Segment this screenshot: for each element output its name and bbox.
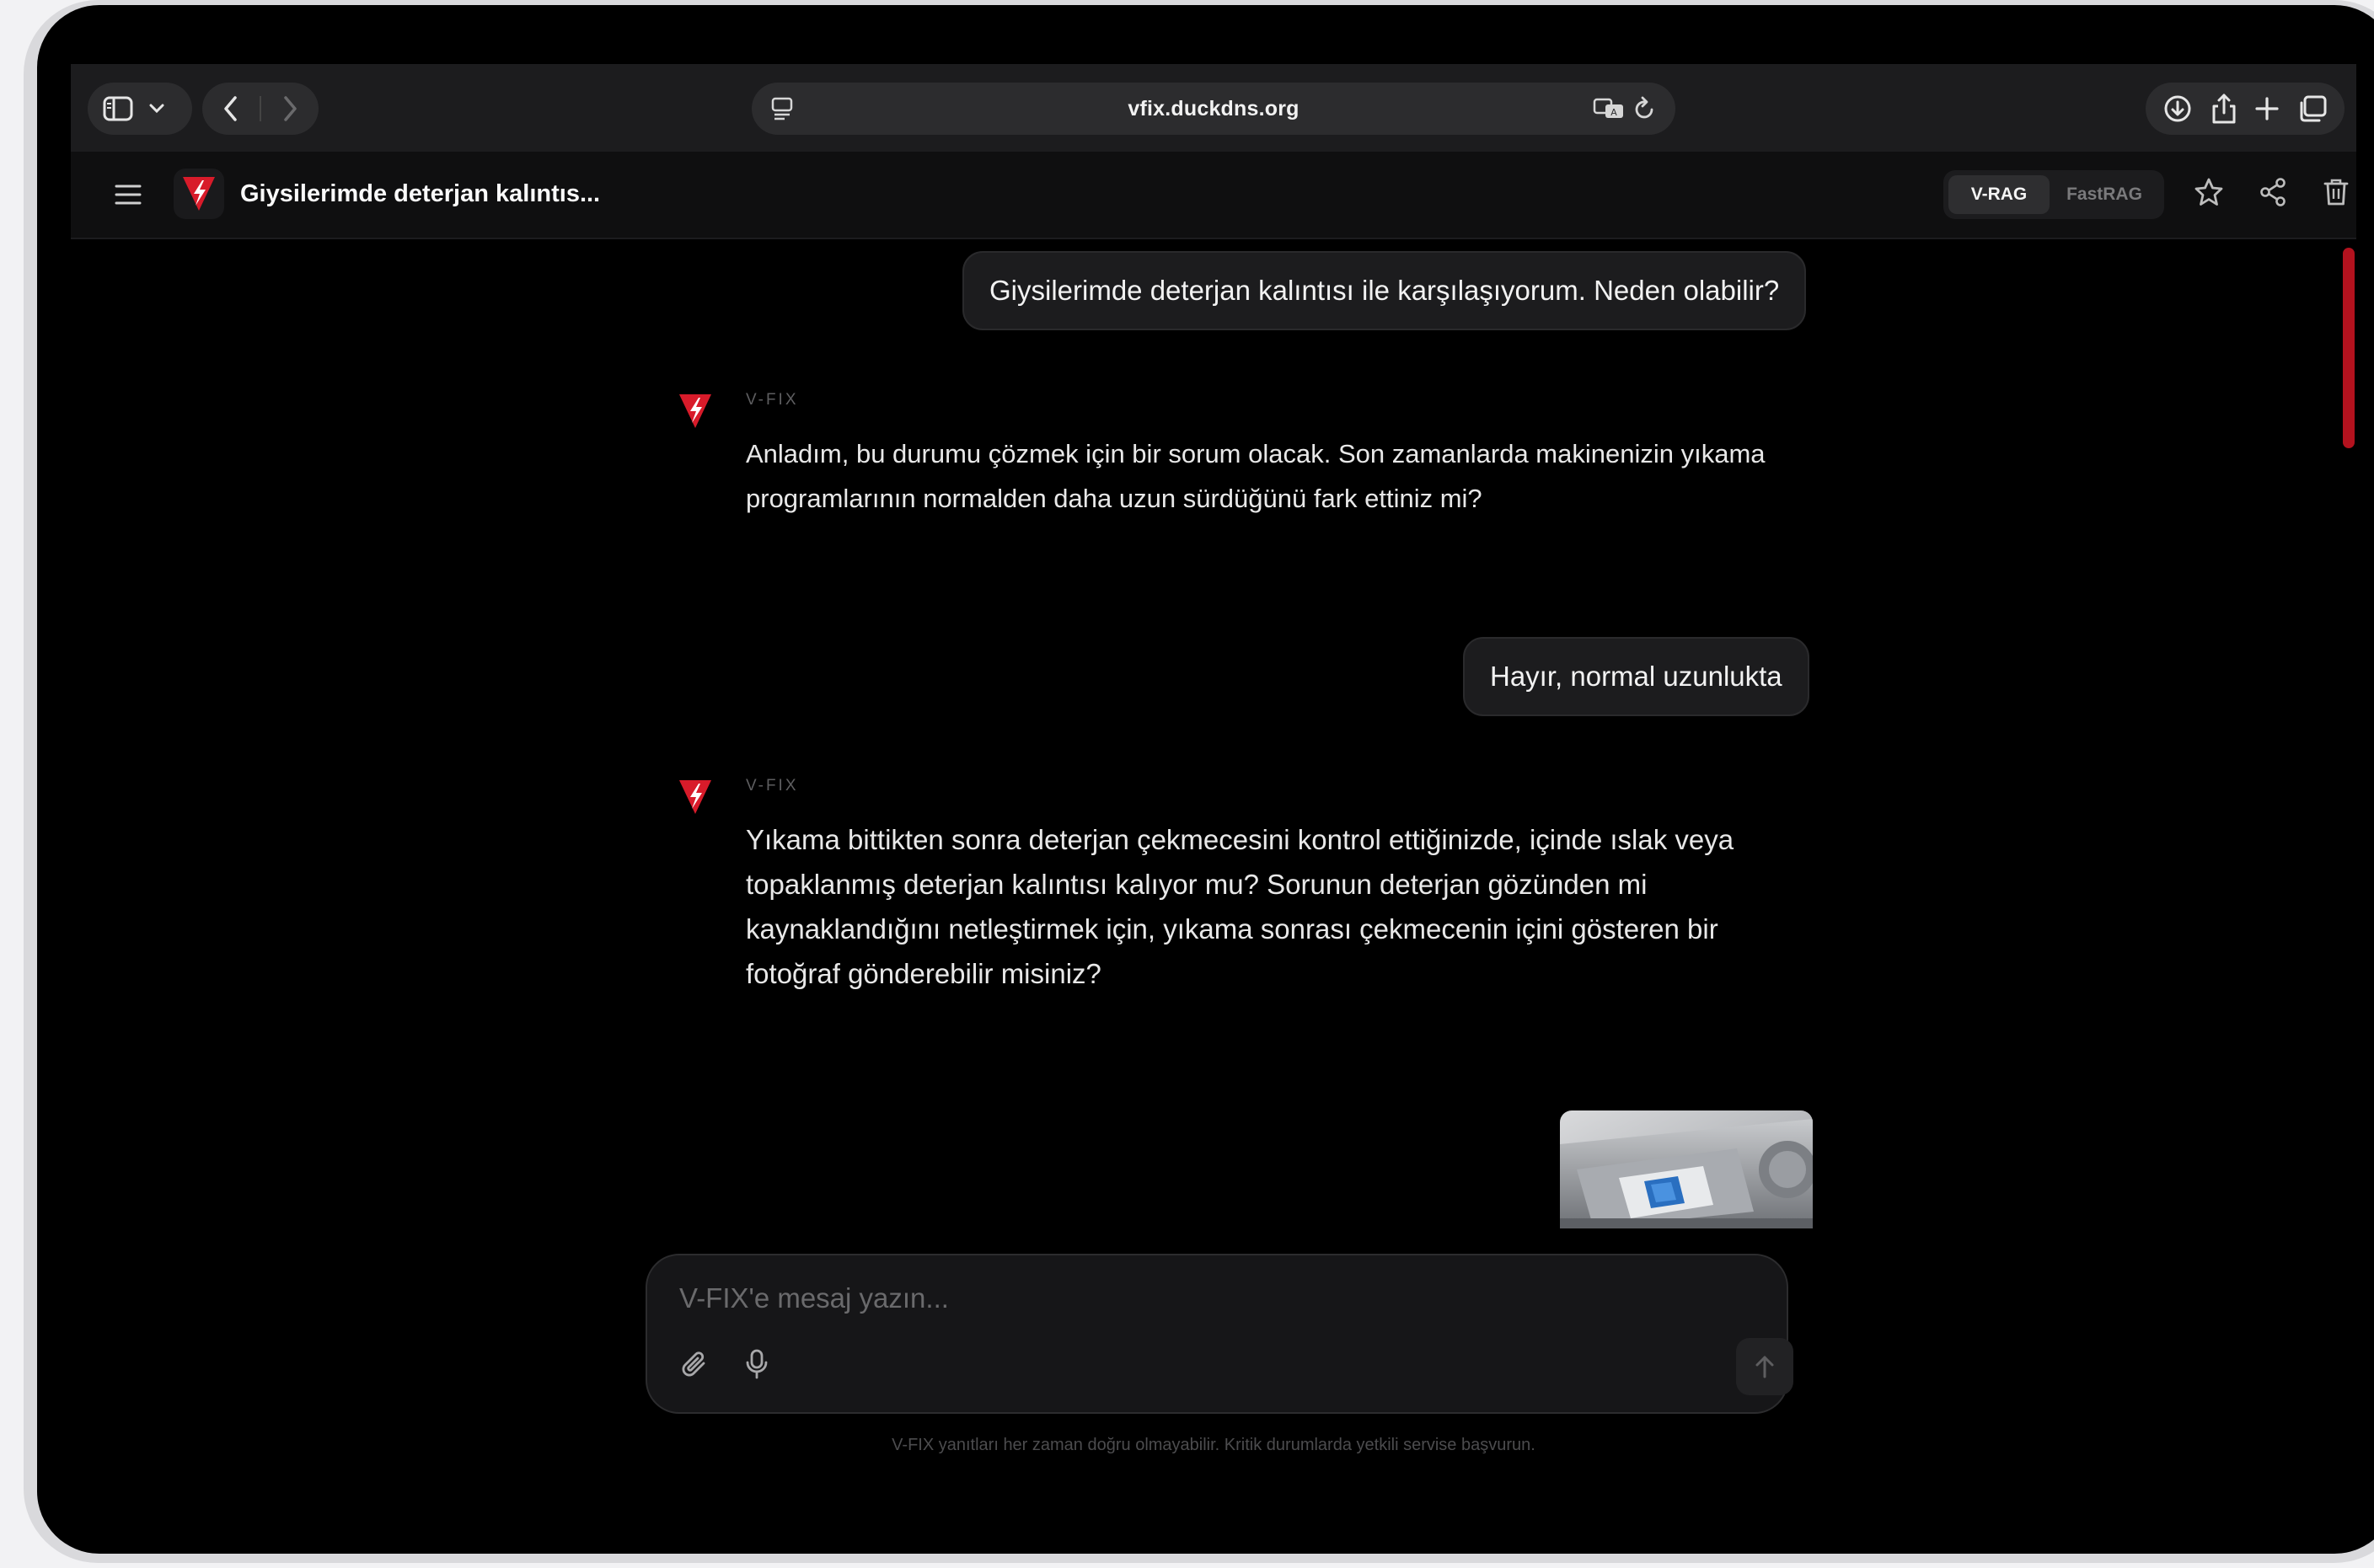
forward-icon[interactable] bbox=[281, 95, 298, 122]
mode-toggle: V-RAG FastRAG bbox=[1943, 170, 2164, 219]
vfix-logo-icon bbox=[183, 177, 215, 211]
back-icon[interactable] bbox=[222, 95, 239, 122]
send-button[interactable] bbox=[1736, 1338, 1793, 1395]
share-nodes-icon[interactable] bbox=[2259, 177, 2287, 207]
assistant-message-line: Yıkama bittikten sonra deterjan çekmeces… bbox=[746, 824, 1734, 855]
chat-thread: Giysilerimde deterjan kalıntısı ile karş… bbox=[71, 241, 2356, 1235]
url-actions: A bbox=[1593, 96, 1657, 121]
assistant-message: Yıkama bittikten sonra deterjan çekmeces… bbox=[746, 817, 1734, 996]
assistant-message-line: fotoğraf gönderebilir misiniz? bbox=[746, 958, 1101, 989]
address-bar[interactable]: vfix.duckdns.org A bbox=[752, 83, 1675, 135]
app-logo bbox=[174, 169, 224, 219]
vfix-avatar-icon bbox=[679, 780, 711, 814]
conversation-title: Giysilerimde deterjan kalıntıs... bbox=[240, 180, 601, 207]
assistant-sender-label: V-FIX bbox=[746, 777, 799, 795]
assistant-message: Anladım, bu durumu çözmek için bir sorum… bbox=[746, 431, 1766, 521]
user-message-text: Giysilerimde deterjan kalıntısı ile karş… bbox=[989, 275, 1780, 306]
user-message: Hayır, normal uzunlukta bbox=[1463, 637, 1809, 716]
browser-actions bbox=[2146, 83, 2345, 135]
microphone-icon[interactable] bbox=[745, 1348, 769, 1380]
svg-text:A: A bbox=[1610, 107, 1617, 118]
url-text: vfix.duckdns.org bbox=[1128, 96, 1300, 120]
message-composer bbox=[646, 1254, 1793, 1414]
app-header: Giysilerimde deterjan kalıntıs... V-RAG … bbox=[71, 152, 2356, 239]
assistant-message-line: kaynaklandığını netleştirmek için, yıkam… bbox=[746, 913, 1718, 945]
assistant-message-line: Anladım, bu durumu çözmek için bir sorum… bbox=[746, 439, 1766, 468]
nav-separator bbox=[260, 96, 261, 121]
tab-overview-icon[interactable] bbox=[2297, 94, 2328, 123]
disclaimer-text: V-FIX yanıtları her zaman doğru olmayabi… bbox=[892, 1436, 1535, 1454]
star-icon[interactable] bbox=[2194, 177, 2224, 207]
translate-icon[interactable]: A bbox=[1593, 97, 1625, 120]
sidebar-toggle-button[interactable] bbox=[88, 83, 192, 135]
message-input[interactable] bbox=[679, 1277, 1691, 1319]
user-message: Giysilerimde deterjan kalıntısı ile karş… bbox=[962, 251, 1807, 330]
user-message-text: Hayır, normal uzunlukta bbox=[1490, 661, 1782, 692]
sidebar-icon bbox=[103, 96, 133, 121]
paperclip-icon[interactable] bbox=[681, 1350, 710, 1380]
share-icon[interactable] bbox=[2211, 93, 2237, 125]
reload-icon[interactable] bbox=[1633, 96, 1657, 121]
mode-v-rag-button[interactable]: V-RAG bbox=[1948, 175, 2050, 214]
chevron-down-icon bbox=[149, 104, 164, 114]
download-icon[interactable] bbox=[2162, 94, 2193, 124]
browser-toolbar: vfix.duckdns.org A bbox=[71, 64, 2356, 152]
navigation-buttons bbox=[202, 83, 319, 135]
attached-photo[interactable] bbox=[1560, 1110, 1813, 1228]
detergent-drawer-photo bbox=[1560, 1110, 1813, 1228]
new-tab-icon[interactable] bbox=[2254, 96, 2280, 121]
assistant-message-line: programlarının normalden daha uzun sürdü… bbox=[746, 484, 1482, 513]
menu-icon[interactable] bbox=[115, 182, 142, 207]
vfix-avatar-icon bbox=[679, 394, 711, 428]
scrollbar-thumb[interactable] bbox=[2343, 248, 2355, 448]
trash-icon[interactable] bbox=[2323, 177, 2350, 207]
mode-fastrag-button[interactable]: FastRAG bbox=[2050, 175, 2159, 214]
screen: vfix.duckdns.org A Giysilerimde deterjan… bbox=[37, 5, 2374, 1554]
assistant-sender-label: V-FIX bbox=[746, 391, 799, 409]
assistant-message-line: topaklanmış deterjan kalıntısı kalıyor m… bbox=[746, 869, 1648, 900]
arrow-up-icon bbox=[1755, 1356, 1774, 1378]
